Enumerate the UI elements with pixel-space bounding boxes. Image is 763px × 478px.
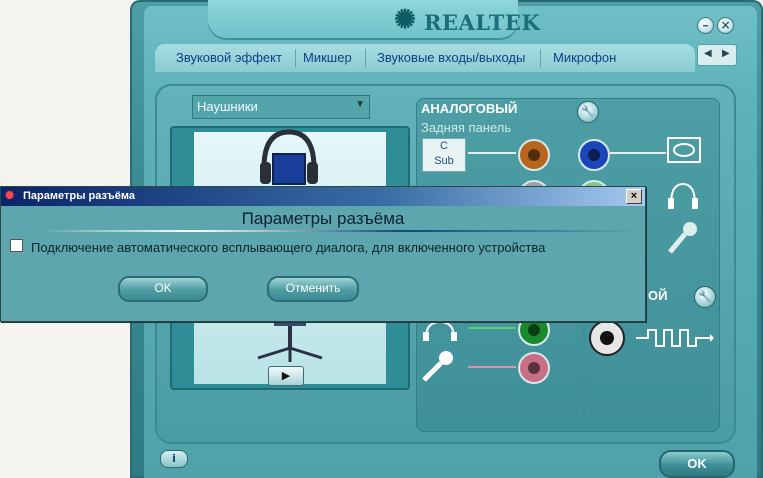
tab-audio-io[interactable]: Звуковые входы/выходы	[377, 50, 525, 65]
info-button[interactable]: i	[160, 450, 188, 468]
headphones-icon	[260, 129, 318, 185]
jack-pink[interactable]	[518, 352, 550, 384]
tab-scroll-arrows[interactable]: ◀ ▶	[697, 44, 737, 66]
dialog-titlebar[interactable]: ✺ Параметры разъёма ×	[1, 187, 645, 206]
spdif-jack[interactable]	[589, 320, 625, 356]
connector-settings-dialog: ✺ Параметры разъёма × Параметры разъёма …	[0, 186, 646, 322]
tab-sound-effect[interactable]: Звуковой эффект	[176, 50, 282, 65]
left-arrow-icon[interactable]: ◀	[704, 48, 712, 59]
connector-line-green	[468, 327, 516, 329]
microphone-right-icon	[668, 222, 697, 254]
dialog-title: Параметры разъёма	[23, 190, 135, 202]
tab-mixer[interactable]: Микшер	[303, 50, 352, 65]
device-select-value: Наушники	[197, 99, 258, 114]
sub-label: Sub	[434, 155, 454, 167]
tab-bar: Звуковой эффект Микшер Звуковые входы/вы…	[155, 44, 695, 72]
microphone-icon	[422, 351, 453, 382]
minimize-button[interactable]: –	[697, 17, 714, 34]
auto-popup-label[interactable]: Подключение автоматического всплывающего…	[31, 240, 545, 255]
realtek-crab-icon: ✺	[394, 4, 416, 34]
headphones-right-icon	[668, 182, 698, 209]
digital-title: ОЙ	[648, 288, 668, 303]
info-icon: i	[172, 452, 176, 465]
line-in-device-icon	[667, 137, 701, 163]
tab-separator	[540, 49, 541, 67]
tab-separator	[365, 49, 366, 67]
play-button[interactable]: ▶	[268, 366, 304, 386]
digital-signal-icon	[636, 329, 714, 347]
dialog-ok-button[interactable]: OK	[118, 276, 208, 302]
connector-line-pink	[468, 366, 516, 368]
center-label: C	[440, 140, 448, 152]
auto-popup-checkbox[interactable]	[10, 239, 23, 252]
close-button[interactable]: ×	[717, 17, 734, 34]
back-panel-label: Задняя панель	[421, 120, 512, 135]
analog-title: АНАЛОГОВЫЙ	[421, 101, 518, 116]
chevron-down-icon: ▼	[355, 99, 365, 110]
center-sub-jack-label: C Sub	[422, 138, 466, 172]
heading-underline	[41, 230, 641, 232]
connector-line	[610, 152, 666, 154]
device-select[interactable]: Наушники ▼	[192, 95, 370, 119]
dialog-app-icon: ✺	[5, 190, 15, 202]
play-icon: ▶	[281, 370, 291, 382]
chair-icon	[257, 318, 323, 362]
tab-microphone[interactable]: Микрофон	[553, 50, 616, 65]
digital-wrench-icon[interactable]: 🔧	[694, 286, 716, 308]
connector-line	[468, 152, 516, 154]
dialog-close-button[interactable]: ×	[626, 189, 642, 204]
wrench-icon[interactable]: 🔧	[577, 101, 599, 123]
dialog-heading: Параметры разъёма	[241, 209, 405, 228]
realtek-logo: REALTEK	[424, 10, 541, 35]
jack-orange[interactable]	[518, 139, 550, 171]
dialog-cancel-button[interactable]: Отменить	[267, 276, 359, 302]
main-ok-button[interactable]: OK	[659, 450, 735, 478]
right-arrow-icon[interactable]: ▶	[722, 48, 730, 59]
jack-blue[interactable]	[578, 139, 610, 171]
tab-separator	[295, 49, 296, 67]
